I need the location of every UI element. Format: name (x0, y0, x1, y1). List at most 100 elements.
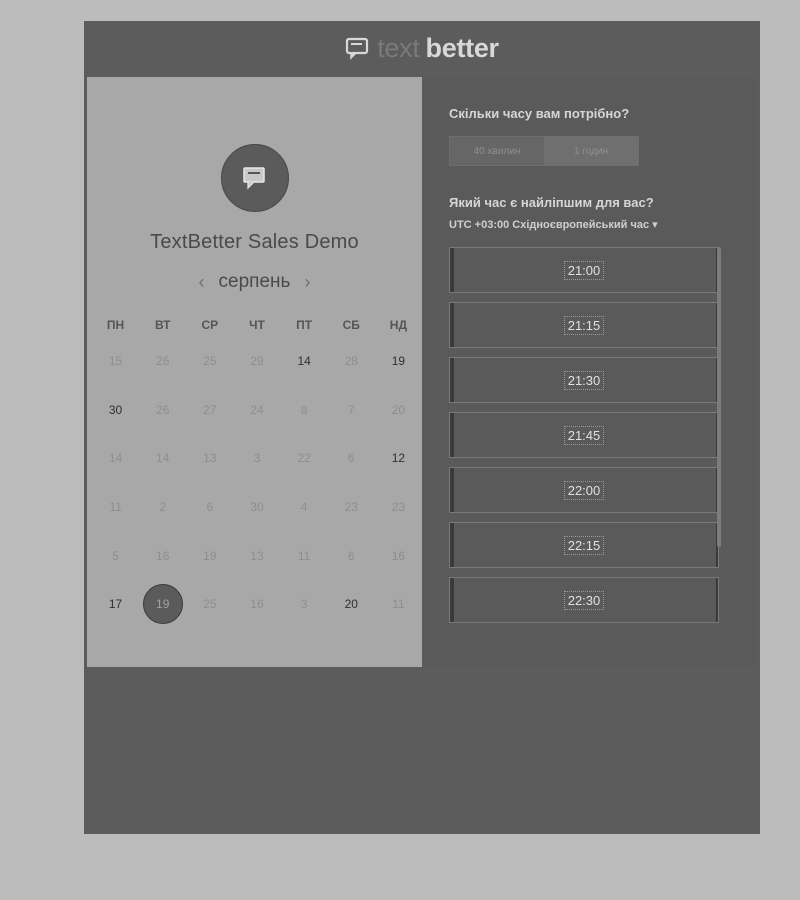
calendar-day: 6 (347, 548, 355, 563)
weekday-label: СР (201, 318, 219, 332)
brand-text-light: text (377, 33, 420, 63)
weekday-label: НД (389, 318, 408, 332)
calendar-day-cell: 3 (281, 584, 328, 624)
calendar-day-cell: 23 (375, 487, 422, 527)
calendar-day: 19 (203, 548, 217, 563)
duration-option[interactable]: 40 хвилин (450, 137, 544, 165)
calendar-week: 5 16 19 13 11 6 16 (92, 531, 422, 580)
calendar-day-cell: 19 (375, 341, 422, 381)
time-slot-button[interactable]: 22:30 (449, 577, 719, 623)
calendar-day: 16 (391, 548, 406, 563)
calendar-day-cell: 14 (92, 438, 139, 478)
calendar-week: 15 26 25 29 14 28 19 (92, 337, 422, 386)
calendar-day-cell: 11 (92, 487, 139, 527)
event-title: TextBetter Sales Demo (150, 231, 359, 253)
calendar-day[interactable]: 30 (96, 390, 136, 430)
calendar-day-cell: 2 (139, 487, 186, 527)
time-slot-button[interactable]: 21:30 (449, 357, 719, 403)
time-slot-label: 22:30 (563, 590, 605, 610)
calendar-day[interactable]: 12 (378, 438, 418, 478)
calendar-day: 29 (250, 354, 264, 369)
calendar-day-cell: 22 (281, 438, 328, 478)
calendar-day-cell: 30 (92, 390, 139, 430)
calendar-day: 25 (203, 354, 217, 369)
chat-bubble-icon (243, 167, 265, 190)
time-slot-button[interactable]: 21:45 (449, 412, 719, 458)
calendar-day[interactable]: 20 (331, 584, 371, 624)
calendar-day-cell: 3 (233, 438, 280, 478)
calendar-day-cell: 16 (139, 536, 186, 576)
calendar-day-cell: 26 (139, 390, 186, 430)
next-month-button[interactable]: › (304, 272, 310, 293)
calendar-day-cell: 6 (328, 536, 375, 576)
calendar-day: 16 (250, 597, 264, 612)
duration-question: Скільки часу вам потрібно? (449, 106, 630, 121)
time-slot-label: 22:15 (563, 535, 605, 555)
time-slot-button[interactable]: 22:15 (449, 522, 719, 568)
brand-text-bold: better (425, 33, 500, 63)
calendar-day[interactable]: 19 (378, 341, 418, 381)
calendar-day: 2 (159, 500, 167, 515)
calendar-day: 14 (156, 451, 170, 466)
calendar-day-cell: 20 (328, 584, 375, 624)
booking-widget: text better TextBetter Sales Demo ‹ серпе… (84, 21, 760, 834)
time-slot-label: 22:00 (563, 480, 605, 500)
weekday-label: ВТ (154, 318, 171, 332)
avatar (221, 144, 289, 212)
calendar-day-cell: 11 (281, 536, 328, 576)
time-slot-label: 21:00 (563, 260, 605, 280)
calendar-day: 26 (156, 402, 170, 417)
calendar-day-cell: 25 (186, 584, 233, 624)
calendar-day: 22 (297, 451, 311, 466)
calendar-day-cell: 16 (375, 536, 422, 576)
time-slot-button[interactable]: 22:00 (449, 467, 719, 513)
month-navigation: ‹ серпень › (87, 271, 422, 293)
calendar-day: 13 (250, 548, 264, 563)
prev-month-button[interactable]: ‹ (199, 272, 205, 293)
calendar-day[interactable]: 14 (284, 341, 324, 381)
calendar-day-selected[interactable]: 19 (142, 584, 183, 625)
calendar-day-cell: 19 (186, 536, 233, 576)
calendar-week: 11 2 6 30 4 23 23 (92, 483, 422, 532)
calendar-day: 5 (112, 548, 119, 563)
timezone-selector[interactable]: UTC +03:00 Східноєвропейський час ▾ (449, 218, 658, 231)
weekday-label: СБ (342, 318, 360, 332)
calendar-day: 25 (203, 597, 217, 612)
calendar-week: 17 19 25 16 3 20 11 (92, 580, 422, 629)
calendar-day-cell: 7 (328, 390, 375, 430)
calendar-day-cell: 19 (139, 584, 186, 625)
duration-option[interactable]: 1 годин (544, 137, 638, 165)
weekday-label: ПН (106, 318, 125, 332)
calendar-day: 24 (250, 402, 264, 417)
slot-list-scrollbar[interactable] (717, 247, 721, 547)
calendar-day-cell: 6 (328, 438, 375, 478)
calendar-day-cell: 27 (186, 390, 233, 430)
calendar-day: 11 (109, 500, 122, 515)
calendar-day: 14 (108, 451, 123, 466)
calendar-day: 8 (300, 402, 308, 417)
calendar-day: 4 (300, 500, 308, 515)
duration-selector: 40 хвилин 1 годин (449, 136, 639, 166)
calendar-day: 20 (391, 402, 406, 417)
calendar-day[interactable]: 17 (96, 584, 136, 624)
calendar-day: 15 (108, 354, 123, 369)
calendar-day-cell: 14 (139, 438, 186, 478)
calendar-week: 30 26 27 24 8 7 20 (92, 386, 422, 435)
calendar-day: 11 (297, 548, 311, 563)
calendar-day: 7 (347, 402, 355, 417)
calendar-day: 26 (156, 354, 170, 369)
calendar-day: 23 (344, 500, 358, 515)
time-slot-label: 21:45 (563, 425, 605, 445)
calendar-day-cell: 6 (186, 487, 233, 527)
calendar-day: 30 (250, 500, 264, 515)
calendar-day-cell: 26 (139, 341, 186, 381)
calendar-day: 28 (344, 354, 358, 369)
calendar-day-cell: 24 (233, 390, 280, 430)
weekday-header: ПН ВТ СР ЧТ ПТ СБ НД (92, 313, 422, 337)
time-slot-label: 21:15 (563, 315, 605, 335)
calendar-day: 23 (391, 500, 406, 515)
calendar-day-cell: 14 (281, 341, 328, 381)
time-slot-list: 21:00 21:15 21:30 21:45 22:00 22:15 22:30 (449, 247, 721, 632)
time-slot-button[interactable]: 21:00 (449, 247, 719, 293)
time-slot-button[interactable]: 21:15 (449, 302, 719, 348)
